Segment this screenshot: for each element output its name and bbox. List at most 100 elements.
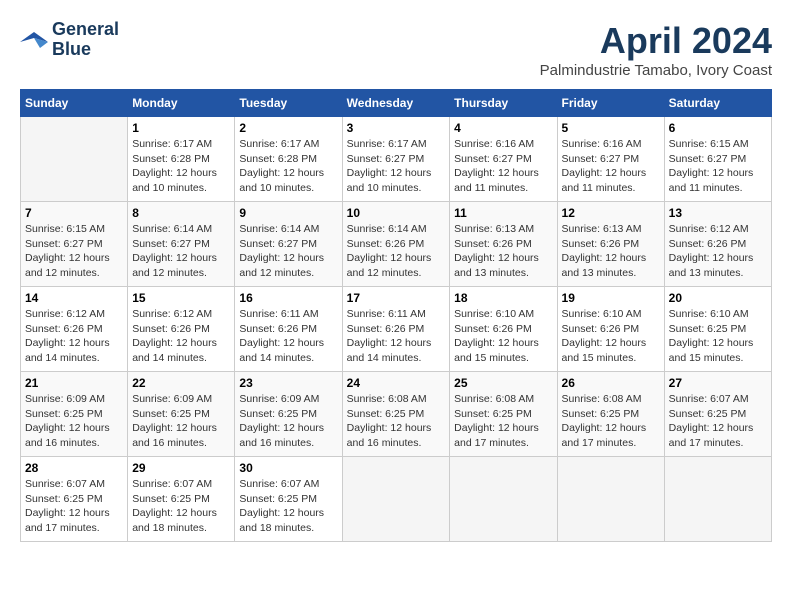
calendar-cell: 12 Sunrise: 6:13 AM Sunset: 6:26 PM Dayli… bbox=[557, 202, 664, 287]
logo: General Blue bbox=[20, 20, 119, 60]
day-number: 6 bbox=[669, 121, 767, 135]
day-info: Sunrise: 6:13 AM Sunset: 6:26 PM Dayligh… bbox=[562, 222, 660, 281]
weekday-header: Thursday bbox=[450, 90, 557, 117]
day-number: 28 bbox=[25, 461, 123, 475]
day-number: 11 bbox=[454, 206, 552, 220]
day-number: 12 bbox=[562, 206, 660, 220]
day-number: 9 bbox=[239, 206, 337, 220]
day-info: Sunrise: 6:12 AM Sunset: 6:26 PM Dayligh… bbox=[669, 222, 767, 281]
calendar-cell: 10 Sunrise: 6:14 AM Sunset: 6:26 PM Dayli… bbox=[342, 202, 450, 287]
calendar-cell: 23 Sunrise: 6:09 AM Sunset: 6:25 PM Dayli… bbox=[235, 372, 342, 457]
calendar-cell bbox=[450, 457, 557, 542]
page-header: General Blue April 2024 Palmindustrie Ta… bbox=[20, 20, 772, 79]
day-number: 20 bbox=[669, 291, 767, 305]
weekday-header: Sunday bbox=[21, 90, 128, 117]
calendar-cell: 5Sunrise: 6:16 AM Sunset: 6:27 PM Daylig… bbox=[557, 117, 664, 202]
calendar-cell: 15 Sunrise: 6:12 AM Sunset: 6:26 PM Dayli… bbox=[128, 287, 235, 372]
month-year-title: April 2024 bbox=[540, 20, 772, 62]
day-number: 5 bbox=[562, 121, 660, 135]
calendar-cell: 2Sunrise: 6:17 AM Sunset: 6:28 PM Daylig… bbox=[235, 117, 342, 202]
day-info: Sunrise: 6:12 AM Sunset: 6:26 PM Dayligh… bbox=[25, 307, 123, 366]
day-info: Sunrise: 6:07 AM Sunset: 6:25 PM Dayligh… bbox=[25, 477, 123, 536]
calendar-cell: 30 Sunrise: 6:07 AM Sunset: 6:25 PM Dayli… bbox=[235, 457, 342, 542]
weekday-header: Friday bbox=[557, 90, 664, 117]
day-info: Sunrise: 6:11 AM Sunset: 6:26 PM Dayligh… bbox=[347, 307, 446, 366]
title-block: April 2024 Palmindustrie Tamabo, Ivory C… bbox=[540, 20, 772, 79]
day-number: 1 bbox=[132, 121, 230, 135]
day-number: 2 bbox=[239, 121, 337, 135]
day-info: Sunrise: 6:10 AM Sunset: 6:25 PM Dayligh… bbox=[669, 307, 767, 366]
calendar-cell: 14 Sunrise: 6:12 AM Sunset: 6:26 PM Dayli… bbox=[21, 287, 128, 372]
day-number: 13 bbox=[669, 206, 767, 220]
calendar-cell: 26Sunrise: 6:08 AM Sunset: 6:25 PM Dayli… bbox=[557, 372, 664, 457]
calendar-cell: 16 Sunrise: 6:11 AM Sunset: 6:26 PM Dayli… bbox=[235, 287, 342, 372]
day-info: Sunrise: 6:10 AM Sunset: 6:26 PM Dayligh… bbox=[454, 307, 552, 366]
calendar-cell: 8 Sunrise: 6:14 AM Sunset: 6:27 PM Daylig… bbox=[128, 202, 235, 287]
calendar-week-row: 21 Sunrise: 6:09 AM Sunset: 6:25 PM Dayli… bbox=[21, 372, 772, 457]
calendar-cell bbox=[557, 457, 664, 542]
weekday-header: Wednesday bbox=[342, 90, 450, 117]
weekday-header: Monday bbox=[128, 90, 235, 117]
day-number: 21 bbox=[25, 376, 123, 390]
calendar-cell bbox=[342, 457, 450, 542]
logo-text: General Blue bbox=[52, 20, 119, 60]
day-info: Sunrise: 6:07 AM Sunset: 6:25 PM Dayligh… bbox=[132, 477, 230, 536]
logo-icon bbox=[20, 28, 48, 52]
day-number: 23 bbox=[239, 376, 337, 390]
day-info: Sunrise: 6:11 AM Sunset: 6:26 PM Dayligh… bbox=[239, 307, 337, 366]
calendar-cell: 18 Sunrise: 6:10 AM Sunset: 6:26 PM Dayli… bbox=[450, 287, 557, 372]
calendar-cell: 25Sunrise: 6:08 AM Sunset: 6:25 PM Dayli… bbox=[450, 372, 557, 457]
calendar-cell: 11 Sunrise: 6:13 AM Sunset: 6:26 PM Dayli… bbox=[450, 202, 557, 287]
day-number: 14 bbox=[25, 291, 123, 305]
day-info: Sunrise: 6:12 AM Sunset: 6:26 PM Dayligh… bbox=[132, 307, 230, 366]
day-info: Sunrise: 6:09 AM Sunset: 6:25 PM Dayligh… bbox=[132, 392, 230, 451]
calendar-cell: 29 Sunrise: 6:07 AM Sunset: 6:25 PM Dayli… bbox=[128, 457, 235, 542]
day-info: Sunrise: 6:14 AM Sunset: 6:26 PM Dayligh… bbox=[347, 222, 446, 281]
day-number: 8 bbox=[132, 206, 230, 220]
day-info: Sunrise: 6:15 AM Sunset: 6:27 PM Dayligh… bbox=[669, 137, 767, 196]
day-number: 18 bbox=[454, 291, 552, 305]
calendar-cell bbox=[21, 117, 128, 202]
day-info: Sunrise: 6:14 AM Sunset: 6:27 PM Dayligh… bbox=[132, 222, 230, 281]
location-title: Palmindustrie Tamabo, Ivory Coast bbox=[540, 62, 772, 79]
day-number: 17 bbox=[347, 291, 446, 305]
day-info: Sunrise: 6:07 AM Sunset: 6:25 PM Dayligh… bbox=[669, 392, 767, 451]
calendar-cell: 7 Sunrise: 6:15 AM Sunset: 6:27 PM Daylig… bbox=[21, 202, 128, 287]
day-number: 15 bbox=[132, 291, 230, 305]
day-info: Sunrise: 6:08 AM Sunset: 6:25 PM Dayligh… bbox=[347, 392, 446, 451]
calendar-table: SundayMondayTuesdayWednesdayThursdayFrid… bbox=[20, 89, 772, 542]
day-info: Sunrise: 6:15 AM Sunset: 6:27 PM Dayligh… bbox=[25, 222, 123, 281]
calendar-cell: 22 Sunrise: 6:09 AM Sunset: 6:25 PM Dayli… bbox=[128, 372, 235, 457]
day-info: Sunrise: 6:09 AM Sunset: 6:25 PM Dayligh… bbox=[239, 392, 337, 451]
calendar-cell: 27 Sunrise: 6:07 AM Sunset: 6:25 PM Dayli… bbox=[664, 372, 771, 457]
day-info: Sunrise: 6:08 AM Sunset: 6:25 PM Dayligh… bbox=[454, 392, 552, 451]
calendar-cell: 3 Sunrise: 6:17 AM Sunset: 6:27 PM Daylig… bbox=[342, 117, 450, 202]
day-info: Sunrise: 6:07 AM Sunset: 6:25 PM Dayligh… bbox=[239, 477, 337, 536]
day-number: 4 bbox=[454, 121, 552, 135]
calendar-week-row: 1Sunrise: 6:17 AM Sunset: 6:28 PM Daylig… bbox=[21, 117, 772, 202]
calendar-cell: 13 Sunrise: 6:12 AM Sunset: 6:26 PM Dayli… bbox=[664, 202, 771, 287]
day-info: Sunrise: 6:08 AM Sunset: 6:25 PM Dayligh… bbox=[562, 392, 660, 451]
day-info: Sunrise: 6:13 AM Sunset: 6:26 PM Dayligh… bbox=[454, 222, 552, 281]
day-number: 3 bbox=[347, 121, 446, 135]
calendar-week-row: 28 Sunrise: 6:07 AM Sunset: 6:25 PM Dayli… bbox=[21, 457, 772, 542]
day-number: 19 bbox=[562, 291, 660, 305]
calendar-cell: 6 Sunrise: 6:15 AM Sunset: 6:27 PM Daylig… bbox=[664, 117, 771, 202]
calendar-week-row: 7 Sunrise: 6:15 AM Sunset: 6:27 PM Daylig… bbox=[21, 202, 772, 287]
day-number: 22 bbox=[132, 376, 230, 390]
weekday-header-row: SundayMondayTuesdayWednesdayThursdayFrid… bbox=[21, 90, 772, 117]
calendar-cell: 24Sunrise: 6:08 AM Sunset: 6:25 PM Dayli… bbox=[342, 372, 450, 457]
day-info: Sunrise: 6:10 AM Sunset: 6:26 PM Dayligh… bbox=[562, 307, 660, 366]
day-number: 7 bbox=[25, 206, 123, 220]
calendar-cell: 1Sunrise: 6:17 AM Sunset: 6:28 PM Daylig… bbox=[128, 117, 235, 202]
day-number: 29 bbox=[132, 461, 230, 475]
day-number: 10 bbox=[347, 206, 446, 220]
calendar-cell: 17 Sunrise: 6:11 AM Sunset: 6:26 PM Dayli… bbox=[342, 287, 450, 372]
day-number: 27 bbox=[669, 376, 767, 390]
day-number: 30 bbox=[239, 461, 337, 475]
calendar-week-row: 14 Sunrise: 6:12 AM Sunset: 6:26 PM Dayli… bbox=[21, 287, 772, 372]
weekday-header: Tuesday bbox=[235, 90, 342, 117]
day-number: 16 bbox=[239, 291, 337, 305]
day-info: Sunrise: 6:17 AM Sunset: 6:27 PM Dayligh… bbox=[347, 137, 446, 196]
calendar-cell: 4Sunrise: 6:16 AM Sunset: 6:27 PM Daylig… bbox=[450, 117, 557, 202]
